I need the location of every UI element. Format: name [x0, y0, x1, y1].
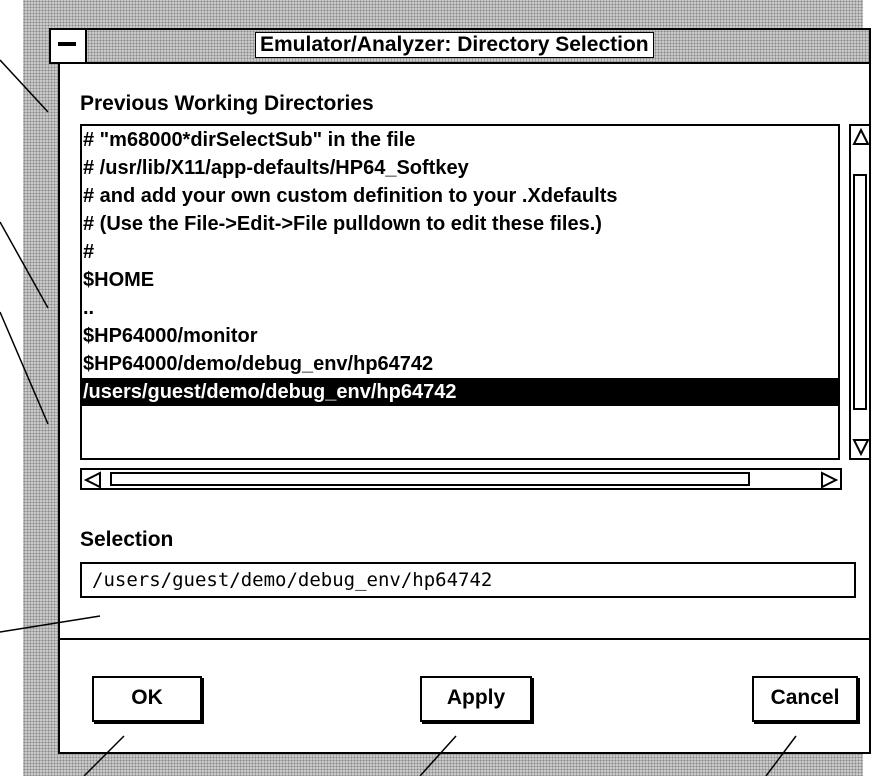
callout-line-ok: [83, 735, 125, 776]
callout-line-apply: [419, 735, 457, 776]
callout-line-selection: [0, 615, 101, 633]
callout-lines: [0, 59, 797, 776]
callout-line-home: [0, 221, 49, 309]
callout-line-list-label: [0, 59, 49, 113]
callout-line-selected-item: [0, 311, 49, 425]
callout-line-cancel: [765, 735, 797, 776]
